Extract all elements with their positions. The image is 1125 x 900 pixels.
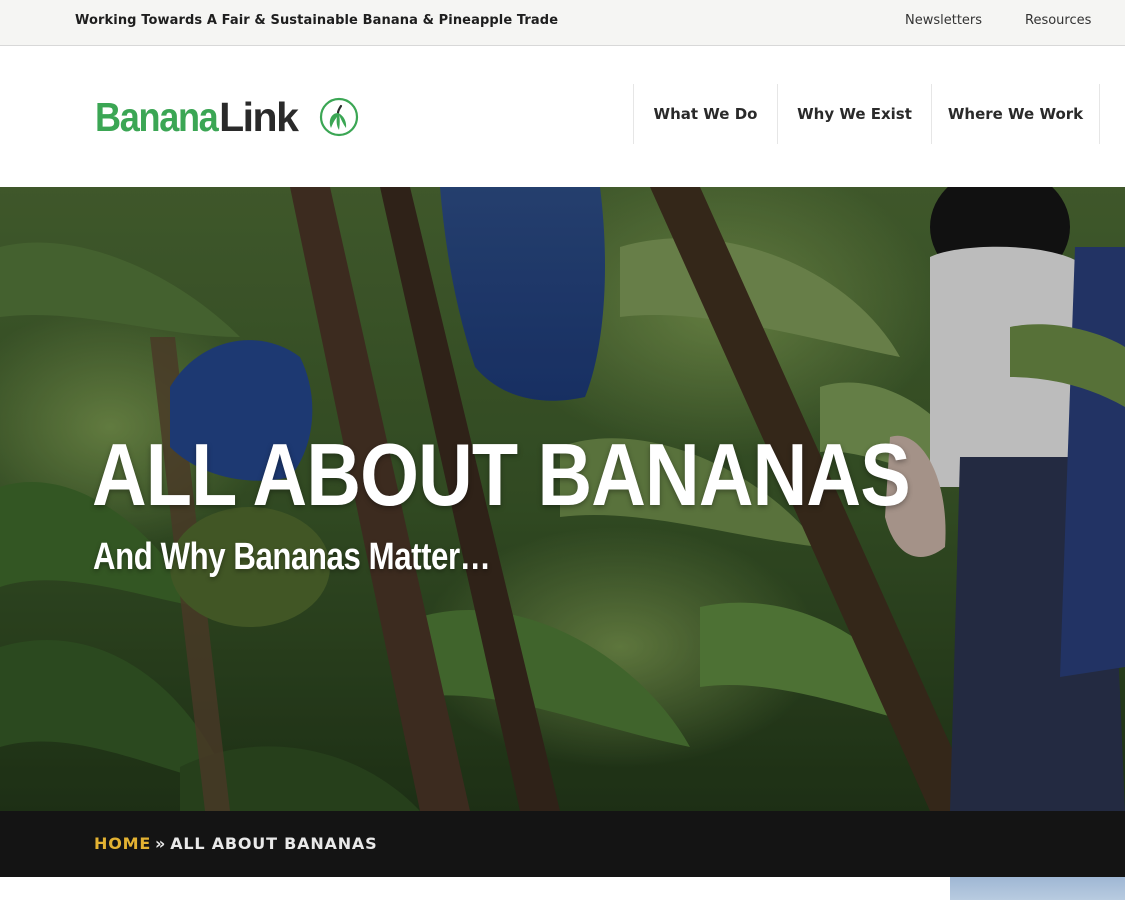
logo-wordmark: Banana Link xyxy=(95,96,317,138)
logo-word-banana: Banana xyxy=(95,94,219,140)
site-logo[interactable]: Banana Link xyxy=(95,96,359,138)
breadcrumb: HOME» ALL ABOUT BANANAS xyxy=(94,834,377,853)
logo-word-link: Link xyxy=(219,94,299,140)
newsletters-link[interactable]: Newsletters xyxy=(905,13,982,28)
nav-divider xyxy=(1099,84,1100,144)
nav-where-we-work[interactable]: Where We Work xyxy=(931,84,1099,144)
breadcrumb-home-link[interactable]: HOME xyxy=(94,834,151,853)
side-image xyxy=(950,877,1125,900)
site-tagline: Working Towards A Fair & Sustainable Ban… xyxy=(75,13,559,28)
breadcrumb-current: ALL ABOUT BANANAS xyxy=(170,834,378,853)
nav-why-we-exist[interactable]: Why We Exist xyxy=(777,84,931,144)
hero-banner: ALL ABOUT BANANAS And Why Bananas Matter… xyxy=(0,187,1125,811)
nav-what-we-do[interactable]: What We Do xyxy=(633,84,777,144)
page-subtitle: And Why Bananas Matter… xyxy=(93,536,491,578)
resources-link[interactable]: Resources xyxy=(1025,13,1091,28)
page-title: ALL ABOUT BANANAS xyxy=(92,425,911,524)
banana-circle-icon xyxy=(319,97,359,137)
breadcrumb-separator: » xyxy=(155,834,167,853)
site-header: Banana Link What We Do Why We Exist Where… xyxy=(0,46,1125,187)
top-utility-bar: Working Towards A Fair & Sustainable Ban… xyxy=(0,0,1125,46)
breadcrumb-bar: HOME» ALL ABOUT BANANAS xyxy=(0,811,1125,877)
content-area xyxy=(0,877,1125,900)
